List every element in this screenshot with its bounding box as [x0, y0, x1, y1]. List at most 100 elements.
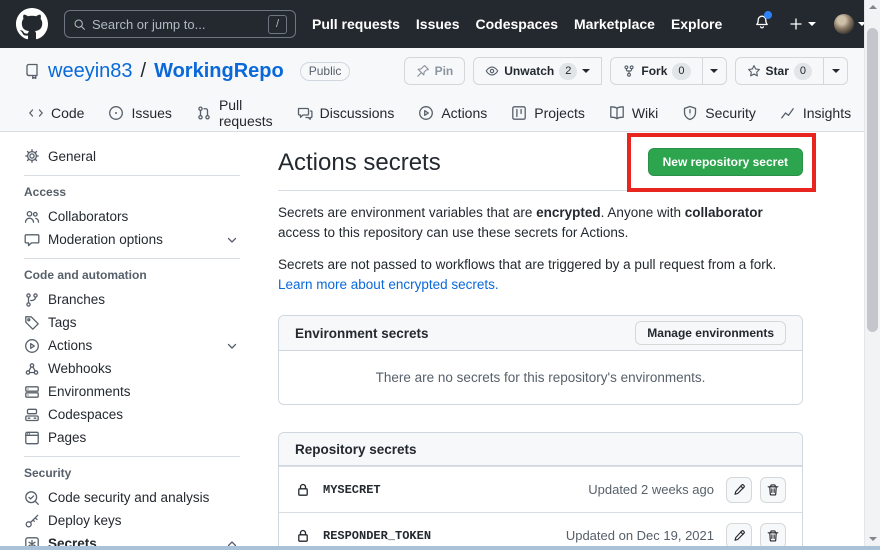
sidebar-item-secrets[interactable]: Secrets [24, 532, 240, 546]
chevron-up-icon [227, 540, 237, 546]
repo-title-row: weeyin83 / WorkingRepo Public Pin Unwatc… [0, 48, 864, 94]
sidebar-item-collaborators[interactable]: Collaborators [24, 205, 240, 228]
branch-icon [26, 292, 38, 307]
repo-header: weeyin83 / WorkingRepo Public Pin Unwatc… [0, 48, 864, 132]
nav-marketplace[interactable]: Marketplace [574, 16, 655, 32]
server-icon [25, 385, 39, 398]
secret-asterisk-icon [25, 536, 39, 546]
people-icon [24, 210, 40, 223]
scroll-down-arrow-icon[interactable] [869, 537, 877, 541]
new-repository-secret-button[interactable]: New repository secret [647, 148, 803, 176]
tab-projects[interactable]: Projects [499, 94, 597, 131]
unread-notification-dot [764, 10, 773, 19]
vertical-scrollbar[interactable] [864, 0, 880, 546]
tab-issues[interactable]: Issues [96, 94, 183, 131]
nav-issues[interactable]: Issues [416, 16, 460, 32]
edit-secret-button[interactable] [726, 522, 752, 546]
secret-updated: Updated on Dec 19, 2021 [565, 528, 714, 543]
play-circle-icon [25, 338, 39, 353]
search-box[interactable]: / [64, 10, 296, 38]
play-circle-icon [419, 105, 434, 120]
window-bottom-edge [0, 546, 880, 550]
key-icon [25, 514, 39, 527]
scroll-up-arrow-icon[interactable] [869, 5, 877, 9]
learn-more-link[interactable]: Learn more about encrypted secrets. [278, 277, 499, 292]
page-heading-row: Actions secrets New repository secret [278, 133, 817, 192]
pin-icon [416, 65, 429, 77]
sidebar-item-pages[interactable]: Pages [24, 426, 240, 449]
repo-name-link[interactable]: WorkingRepo [154, 60, 284, 83]
tab-actions[interactable]: Actions [406, 94, 499, 131]
sidebar-item-deploy-keys[interactable]: Deploy keys [24, 509, 240, 532]
fork-button[interactable]: Fork 0 [610, 57, 703, 85]
delete-secret-button[interactable] [760, 476, 786, 503]
github-logo-icon[interactable] [16, 8, 48, 40]
secret-row: MYSECRET Updated 2 weeks ago [279, 466, 802, 512]
fork-dropdown-button[interactable] [702, 57, 727, 85]
repo-icon [26, 63, 38, 79]
nav-codespaces[interactable]: Codespaces [476, 16, 558, 32]
caret-down-icon [710, 69, 719, 77]
tab-code[interactable]: Code [16, 94, 96, 131]
sidebar-item-general[interactable]: General [24, 144, 240, 168]
sidebar-item-branches[interactable]: Branches [24, 288, 240, 311]
fork-note: Secrets are not passed to workflows that… [278, 257, 777, 292]
lock-icon [298, 483, 308, 496]
manage-environments-button[interactable]: Manage environments [635, 321, 786, 345]
sidebar-item-moderation-options[interactable]: Moderation options [24, 228, 240, 251]
sidebar-item-webhooks[interactable]: Webhooks [24, 357, 240, 380]
notifications-button[interactable] [754, 10, 773, 35]
secrets-description: Secrets are environment variables that a… [278, 205, 763, 240]
star-button[interactable]: Star 0 [734, 57, 824, 85]
header-right-cluster [754, 10, 864, 35]
caret-down-icon [808, 22, 817, 30]
tab-discussions[interactable]: Discussions [285, 94, 407, 131]
nav-explore[interactable]: Explore [671, 16, 722, 32]
webhook-icon [25, 362, 39, 375]
sidebar-item-code-security[interactable]: Code security and analysis [24, 486, 240, 509]
repository-secrets-header: Repository secrets [279, 433, 802, 466]
tab-insights[interactable]: Insights [768, 94, 863, 131]
codescan-icon [25, 490, 39, 505]
sidebar-section-access: Access [24, 185, 67, 199]
secret-updated: Updated 2 weeks ago [588, 482, 714, 497]
tab-pull-requests[interactable]: Pull requests [184, 94, 285, 131]
tab-security[interactable]: Security [670, 94, 768, 131]
trash-icon [767, 529, 779, 542]
sidebar-divider [24, 175, 240, 176]
breadcrumb-separator: / [140, 59, 147, 82]
delete-secret-button[interactable] [760, 522, 786, 546]
repo-owner-link[interactable]: weeyin83 [48, 60, 133, 83]
environment-secrets-header: Environment secrets Manage environments [279, 316, 802, 351]
sidebar-item-actions[interactable]: Actions [24, 334, 240, 357]
github-settings-page: / Pull requests Issues Codespaces Market… [0, 0, 880, 550]
unwatch-button[interactable]: Unwatch 2 [473, 57, 603, 85]
scrollbar-thumb[interactable] [867, 28, 878, 332]
star-count: 0 [793, 62, 812, 80]
sidebar-item-tags[interactable]: Tags [24, 311, 240, 334]
content-area: General Access Collaborators Moderation … [0, 132, 864, 546]
fork-button-group: Fork 0 [610, 57, 727, 85]
browser-page: / Pull requests Issues Codespaces Market… [0, 0, 864, 546]
search-input[interactable] [92, 16, 262, 32]
gear-icon [25, 149, 39, 163]
secret-name: RESPONDER_TOKEN [323, 528, 432, 543]
breadcrumb: weeyin83 / WorkingRepo Public [24, 59, 351, 83]
environment-secrets-empty-text: There are no secrets for this repository… [279, 351, 802, 404]
repo-action-buttons: Pin Unwatch 2 Fork 0 Star 0 [403, 57, 848, 85]
project-icon [512, 105, 527, 120]
create-new-dropdown[interactable] [788, 16, 817, 32]
discussion-icon [297, 107, 313, 120]
visibility-badge: Public [299, 61, 351, 81]
pin-button[interactable]: Pin [403, 57, 466, 85]
sidebar-item-codespaces[interactable]: Codespaces [24, 403, 240, 426]
tab-wiki[interactable]: Wiki [597, 94, 670, 131]
avatar [834, 14, 855, 34]
star-dropdown-button[interactable] [824, 57, 848, 85]
edit-secret-button[interactable] [726, 476, 752, 503]
graph-icon [781, 107, 794, 118]
user-menu[interactable] [834, 14, 864, 34]
sidebar-item-environments[interactable]: Environments [24, 380, 240, 403]
nav-pull-requests[interactable]: Pull requests [312, 16, 400, 32]
sidebar-divider [24, 456, 240, 457]
